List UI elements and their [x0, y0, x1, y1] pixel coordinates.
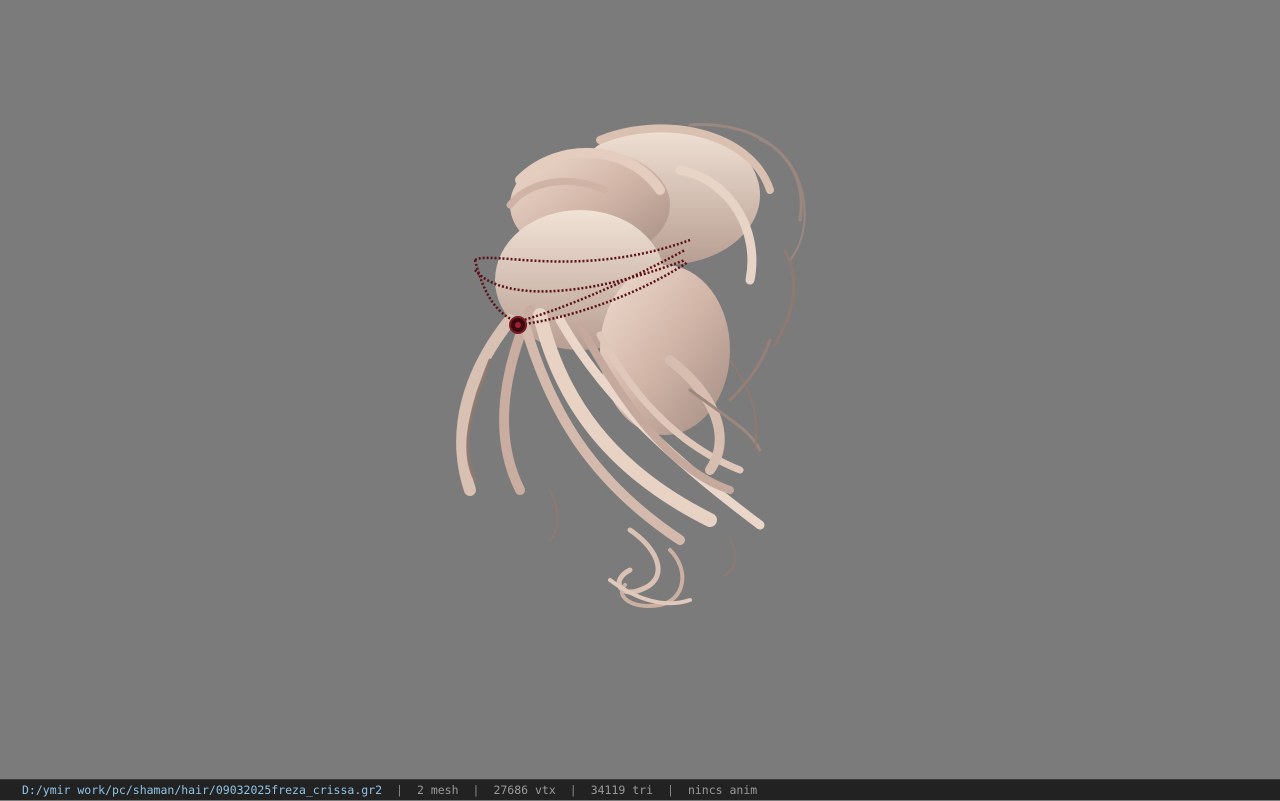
pendant-gem — [509, 316, 527, 334]
vertex-count: 27686 vtx — [493, 782, 556, 797]
3d-viewport[interactable] — [0, 0, 1280, 779]
animation-status: nincs anim — [687, 782, 758, 797]
mesh-count: 2 mesh — [416, 782, 459, 797]
separator: | — [472, 782, 480, 797]
status-bar: D:/ymir work/pc/shaman/hair/09032025frez… — [0, 779, 1280, 800]
hair-model-render — [456, 123, 806, 608]
separator: | — [667, 782, 674, 797]
file-path: D:/ymir work/pc/shaman/hair/09032025frez… — [22, 782, 383, 797]
separator: | — [569, 782, 577, 797]
triangle-count: 34119 tri — [590, 782, 654, 797]
separator: | — [396, 782, 403, 797]
